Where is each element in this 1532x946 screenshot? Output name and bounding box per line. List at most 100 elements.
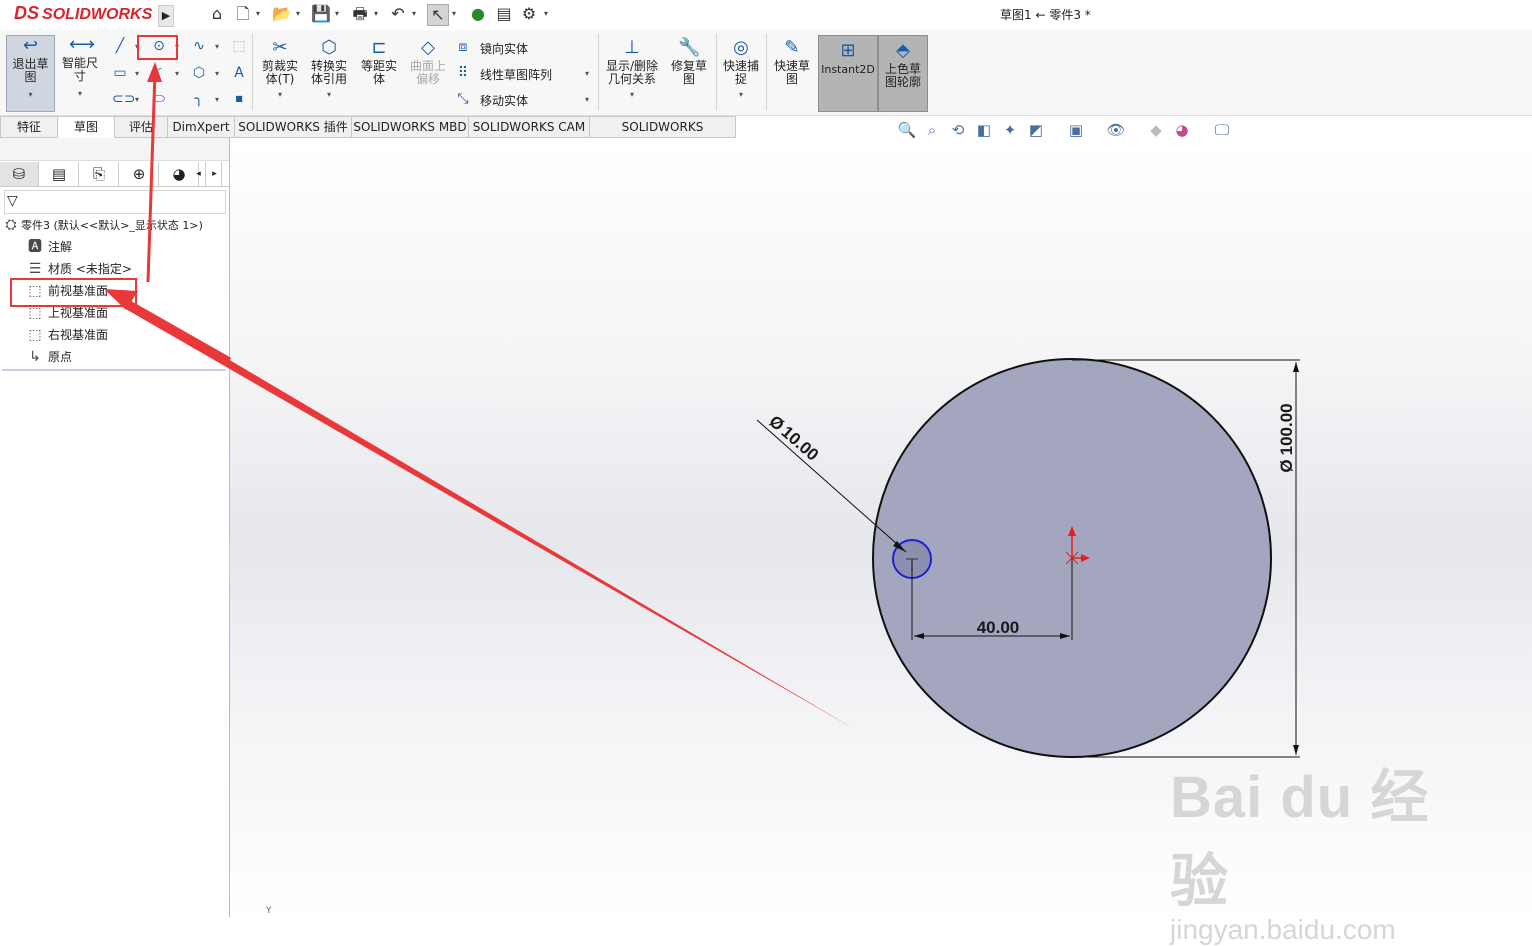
panel-grip[interactable] [0, 138, 229, 161]
slot-icon[interactable]: ⊂⊃ [112, 91, 135, 107]
repair-sketch-button[interactable]: 🔧 修复草图 [667, 38, 711, 110]
tab-scroll-right-icon[interactable]: ▸ [208, 162, 222, 186]
move-entities-icon[interactable]: ⤡ [455, 91, 471, 107]
quick-snaps-button[interactable]: ◎ 快速捕捉 ▾ [719, 38, 763, 110]
tree-item-front-plane[interactable]: ⬚ 前视基准面 [26, 280, 255, 302]
property-manager-tab-icon[interactable]: ▤ [40, 162, 79, 186]
mirror-entities-button[interactable]: 镜向实体 [480, 40, 528, 57]
tree-item-right-plane[interactable]: ⬚ 右视基准面 [26, 324, 255, 346]
convert-icon: ⬡ [321, 37, 337, 58]
spline-dropdown-icon[interactable]: ▾ [215, 42, 219, 51]
exit-sketch-button[interactable]: ↩ 退出草图 ▾ [6, 35, 55, 112]
spline-icon[interactable]: ∿ [191, 38, 207, 54]
linear-pattern-button[interactable]: 线性草图阵列 [480, 66, 552, 83]
display-style-icon[interactable]: ▣ [1066, 120, 1086, 140]
select-icon[interactable]: ↖ [427, 4, 449, 26]
move-dropdown-icon[interactable]: ▾ [585, 95, 589, 104]
print-dropdown-icon[interactable]: ▾ [374, 7, 382, 21]
new-dropdown-icon[interactable]: ▾ [256, 7, 264, 21]
new-document-icon[interactable]: 🗋 [233, 4, 253, 24]
tab-features[interactable]: 特征 [0, 116, 58, 138]
dynamic-annotation-icon[interactable]: ✦ [1000, 120, 1020, 140]
tab-scroll-left-icon[interactable]: ◂ [192, 162, 206, 186]
options-dropdown-icon[interactable]: ▾ [544, 7, 552, 21]
rapid-sketch-button[interactable]: ✎ 快速草图 [770, 38, 814, 110]
tree-item-material[interactable]: ☰ 材质 <未指定> [26, 258, 255, 280]
view-settings-icon[interactable]: 🖵 [1212, 120, 1232, 140]
tree-item-annotations[interactable]: 🅰 注解 [26, 236, 255, 258]
polygon-dropdown-icon[interactable]: ▾ [215, 69, 219, 78]
move-entities-button[interactable]: 移动实体 [480, 92, 528, 109]
text-icon[interactable]: A [231, 65, 247, 81]
open-dropdown-icon[interactable]: ▾ [296, 7, 304, 21]
trim-entities-button[interactable]: ✂ 剪裁实体(T) ▾ [257, 38, 303, 110]
offset-entities-button[interactable]: ⊏ 等距实体 [356, 38, 402, 110]
line-icon[interactable]: ╱ [112, 38, 128, 54]
print-icon[interactable]: 🖶 [350, 4, 370, 24]
toolbar-divider [252, 34, 253, 110]
polygon-icon[interactable]: ⬡ [191, 65, 207, 81]
ellipse-icon[interactable]: ⬭ [151, 91, 167, 107]
menu-expand-arrow[interactable]: ▶ [158, 5, 174, 27]
select-dropdown-icon[interactable]: ▾ [452, 7, 460, 21]
line-dropdown-icon[interactable]: ▾ [135, 42, 139, 51]
tab-cam[interactable]: SOLIDWORKS CAM [468, 116, 590, 138]
tab-evaluate[interactable]: 评估 [114, 116, 168, 138]
tree-filter[interactable]: ▽ [4, 190, 226, 214]
view-orientation-icon[interactable]: ◩ [1026, 120, 1046, 140]
arc-dropdown-icon[interactable]: ▾ [175, 69, 179, 78]
tab-sketch[interactable]: 草图 [57, 116, 115, 138]
traffic-light-icon[interactable]: ● [468, 4, 488, 24]
dim-text-10[interactable]: Ø10.00 [765, 412, 822, 465]
configuration-manager-tab-icon[interactable]: ⎘ [80, 162, 119, 186]
undo-icon[interactable]: ↶ [388, 4, 408, 24]
home-icon[interactable]: ⌂ [207, 4, 227, 24]
instant2d-button[interactable]: ⊞ Instant2D [818, 35, 878, 112]
point-icon[interactable]: ■ [231, 91, 247, 107]
file-properties-icon[interactable]: ▤ [494, 4, 514, 24]
solidworks-logo[interactable]: DS SOLIDWORKS [14, 3, 154, 27]
smart-dimension-button[interactable]: ⟷ 智能尺寸 ▾ [57, 35, 103, 110]
open-icon[interactable]: 📂 [272, 4, 292, 24]
circle-dropdown-icon[interactable]: ▾ [175, 42, 179, 51]
save-icon[interactable]: 💾 [311, 4, 331, 24]
zoom-to-fit-icon[interactable]: 🔍 [897, 120, 917, 140]
fillet-dropdown-icon[interactable]: ▾ [215, 95, 219, 104]
rectangle-dropdown-icon[interactable]: ▾ [135, 69, 139, 78]
circle-icon[interactable]: ⊙ [151, 38, 167, 54]
linear-pattern-icon[interactable]: ⠿ [455, 65, 471, 81]
tab-mbd[interactable]: SOLIDWORKS MBD [351, 116, 469, 138]
construction-geometry-icon: ⬚ [232, 38, 246, 54]
tree-item-top-plane[interactable]: ⬚ 上视基准面 [26, 302, 255, 324]
tree-item-origin[interactable]: ↳ 原点 [26, 346, 255, 368]
fillet-icon[interactable]: ╮ [191, 91, 207, 107]
hide-show-items-icon[interactable]: 👁 [1106, 120, 1126, 140]
dim-text-100[interactable]: Ø100.00 [1277, 403, 1296, 472]
dimxpert-manager-tab-icon[interactable]: ⊕ [120, 162, 159, 186]
tab-inspection[interactable]: SOLIDWORKS Inspection [589, 116, 736, 154]
previous-view-icon[interactable]: ⟲ [948, 120, 968, 140]
slot-dropdown-icon[interactable]: ▾ [135, 95, 139, 104]
linear-pattern-dropdown-icon[interactable]: ▾ [585, 69, 589, 78]
mirror-icon[interactable]: ⧈ [455, 39, 471, 55]
exit-sketch-icon: ↩ [22, 35, 39, 56]
save-dropdown-icon[interactable]: ▾ [335, 7, 343, 21]
edit-appearance-icon[interactable]: ◆ [1146, 120, 1166, 140]
section-view-icon[interactable]: ◧ [974, 120, 994, 140]
document-title: 草图1 ← 零件3 * [1000, 8, 1091, 22]
dim-text-40[interactable]: 40.00 [977, 618, 1020, 637]
options-gear-icon[interactable]: ⚙ [519, 4, 539, 24]
rollback-bar[interactable] [2, 369, 226, 371]
arc-icon[interactable]: ◜ [151, 65, 167, 81]
undo-dropdown-icon[interactable]: ▾ [412, 7, 420, 21]
shaded-sketch-contours-button[interactable]: ⬘ 上色草图轮廓 [878, 35, 928, 112]
tree-root-part[interactable]: ⛭ 零件3 (默认<<默认>_显示状态 1>) [3, 214, 232, 236]
apply-scene-icon[interactable]: ◕ [1172, 120, 1192, 140]
display-delete-relations-button[interactable]: ⊥ 显示/删除几何关系 ▾ [602, 38, 662, 110]
zoom-area-icon[interactable]: ⌕ [922, 120, 942, 140]
feature-manager-tab-icon[interactable]: ⛁ [0, 162, 39, 186]
tab-dimxpert[interactable]: DimXpert [167, 116, 235, 138]
rectangle-icon[interactable]: ▭ [112, 65, 128, 81]
tab-addins[interactable]: SOLIDWORKS 插件 [234, 116, 352, 138]
convert-entities-button[interactable]: ⬡ 转换实体引用 ▾ [306, 38, 352, 110]
